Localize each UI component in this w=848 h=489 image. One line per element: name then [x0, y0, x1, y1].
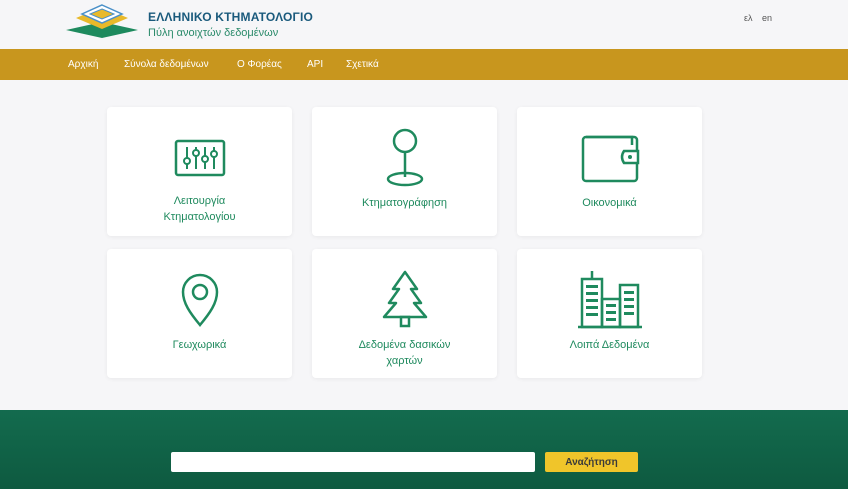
category-card-cadastral-survey[interactable]: Κτηματογράφηση [312, 107, 497, 236]
cadastre-logo[interactable] [66, 4, 138, 40]
category-card-forest-maps[interactable]: Δεδομένα δασικών χαρτών [312, 249, 497, 378]
category-card-geospatial[interactable]: Γεωχωρικά [107, 249, 292, 378]
lang-el-link[interactable]: ελ [744, 13, 753, 23]
search-input[interactable] [171, 452, 535, 472]
card-label: Οικονομικά [582, 197, 637, 209]
category-card-other-data[interactable]: Λοιπά Δεδομένα [517, 249, 702, 378]
wallet-icon [581, 135, 639, 183]
nav-item-api[interactable]: API [307, 59, 323, 70]
card-label: Λοιπά Δεδομένα [569, 339, 650, 351]
nav-item-home[interactable]: Αρχική [68, 59, 98, 70]
nav-item-datasets[interactable]: Σύνολα δεδομένων [124, 59, 209, 70]
card-label: Λειτουργία Κτηματολογίου [163, 195, 236, 223]
category-card-cadastre-operation[interactable]: Λειτουργία Κτηματολογίου [107, 107, 292, 236]
site-title: ΕΛΛΗΝΙΚΟ ΚΤΗΜΑΤΟΛΟΓΙΟ [148, 10, 314, 24]
header: ΕΛΛΗΝΙΚΟ ΚΤΗΜΑΤΟΛΟΓΙΟ Πύλη ανοιχτών δεδο… [0, 0, 848, 49]
category-card-financial[interactable]: Οικονομικά [517, 107, 702, 236]
card-label: Κτηματογράφηση [361, 197, 448, 209]
card-label: Δεδομένα δασικών χαρτών [358, 339, 451, 367]
map-pin-icon [386, 128, 423, 187]
sliders-icon [174, 139, 225, 177]
lang-en-link[interactable]: en [762, 13, 772, 23]
location-marker-icon [181, 273, 218, 327]
nav-item-organization[interactable]: Ο Φορέας [237, 59, 282, 70]
main-nav: Αρχική Σύνολα δεδομένων Ο Φορέας API Σχε… [0, 49, 848, 80]
search-button[interactable]: Αναζήτηση [545, 452, 638, 472]
tree-icon [382, 270, 427, 328]
nav-item-about[interactable]: Σχετικά [346, 59, 379, 70]
site-subtitle: Πύλη ανοιχτών δεδομένων [148, 27, 279, 39]
card-label: Γεωχωρικά [172, 339, 227, 351]
buildings-icon [577, 271, 642, 329]
search-section [0, 410, 848, 489]
